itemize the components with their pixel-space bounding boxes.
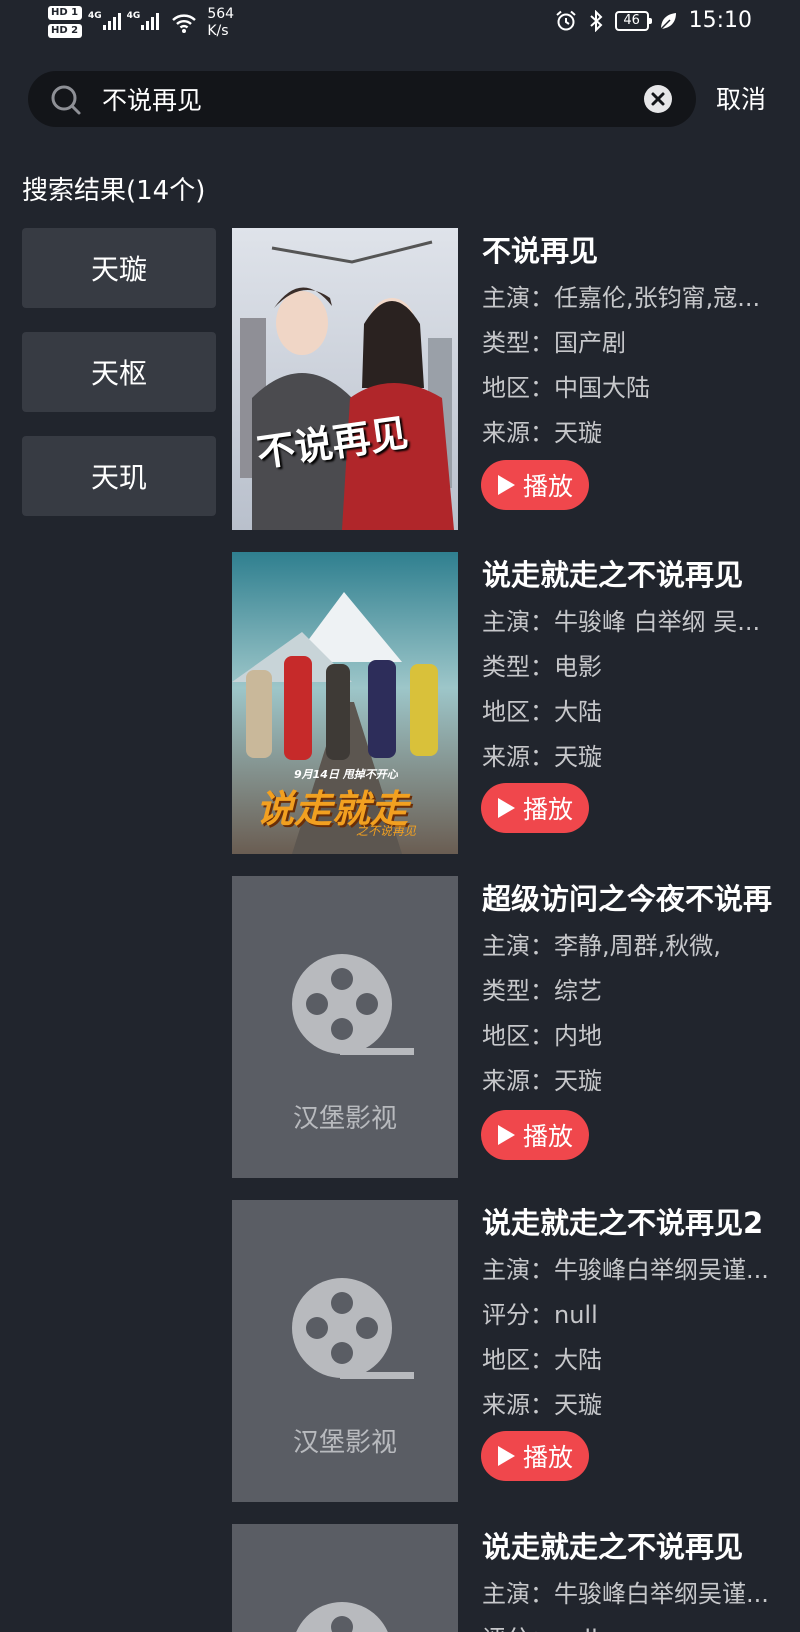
poster-placeholder[interactable]: 汉堡影视 (232, 1200, 458, 1502)
play-button[interactable]: 播放 (481, 783, 589, 833)
hd-badge-2: HD 2 (48, 24, 82, 38)
wifi-icon (172, 14, 197, 33)
speed-value: 564 (207, 6, 235, 22)
result-source: 来源：天璇 (482, 1067, 602, 1095)
play-label: 播放 (523, 472, 574, 501)
result-title[interactable]: 超级访问之今夜不说再 (482, 876, 800, 918)
result-type: 类型：综艺 (482, 977, 602, 1005)
result-region: 地区：内地 (482, 1022, 602, 1050)
play-label: 播放 (523, 795, 574, 824)
result-source: 来源：天璇 (482, 743, 602, 771)
status-bar: HD 1 HD 2 4G 4G 564 K/s 46 15:10 (0, 0, 800, 50)
status-right: 46 15:10 (555, 8, 752, 33)
result-source: 来源：天璇 (482, 1391, 602, 1419)
leaf-icon (660, 12, 676, 30)
clear-icon[interactable] (644, 85, 672, 113)
play-icon (498, 1446, 515, 1466)
status-left: HD 1 HD 2 4G 4G 564 K/s (48, 6, 234, 40)
cancel-button[interactable]: 取消 (716, 80, 766, 116)
network-type-1: 4G (88, 11, 102, 21)
play-icon (498, 475, 515, 495)
result-title[interactable]: 说走就走之不说再见2 (482, 1200, 800, 1242)
result-source: 来源：天璇 (482, 419, 602, 447)
bluetooth-icon (589, 9, 603, 32)
play-label: 播放 (523, 1122, 574, 1151)
result-region: 地区：大陆 (482, 1346, 602, 1374)
result-type: 类型：国产剧 (482, 329, 626, 357)
play-icon (498, 798, 515, 818)
result-region: 地区：大陆 (482, 698, 602, 726)
result-region: 地区：中国大陆 (482, 374, 650, 402)
results-count-title: 搜索结果(14个) (22, 176, 206, 206)
search-input[interactable] (102, 79, 622, 119)
play-button[interactable]: 播放 (481, 460, 589, 510)
result-cast: 主演：牛骏峰白举纲吴谨... (482, 1256, 769, 1284)
placeholder-text: 汉堡影视 (292, 1428, 397, 1458)
battery-icon: 46 (614, 10, 652, 31)
result-cast: 主演：牛骏峰白举纲吴谨... (482, 1580, 769, 1608)
result-title[interactable]: 不说再见 (482, 228, 800, 270)
speed-unit: K/s (207, 23, 229, 39)
result-cast: 主演：牛骏峰 白举纲 吴... (482, 608, 761, 636)
hd-badge-1: HD 1 (48, 6, 82, 20)
play-button[interactable]: 播放 (481, 1431, 589, 1481)
result-cast: 主演：任嘉伦,张钧甯,寇... (482, 284, 761, 312)
alarm-icon (555, 10, 576, 30)
poster-subcaption: 之不说再见 (356, 824, 417, 838)
film-reel-icon (296, 1602, 388, 1632)
play-label: 播放 (523, 1443, 574, 1472)
poster-placeholder[interactable] (232, 1524, 458, 1632)
film-reel-icon (292, 1278, 414, 1379)
search-icon (51, 85, 81, 115)
result-type: 类型：电影 (482, 653, 602, 681)
play-button[interactable]: 播放 (481, 1110, 589, 1160)
result-cast: 主演：李静,周群,秋微, (482, 932, 721, 960)
clock: 15:10 (688, 8, 752, 33)
signal-icon-2: 4G (127, 12, 160, 30)
play-icon (498, 1125, 515, 1145)
result-title[interactable]: 说走就走之不说再见 (482, 1524, 800, 1566)
source-tab-tianshu[interactable]: 天枢 (22, 332, 216, 412)
search-bar[interactable] (28, 71, 696, 127)
poster-placeholder[interactable]: 汉堡影视 (232, 876, 458, 1178)
film-reel-icon (292, 954, 414, 1055)
source-tab-tianxuan[interactable]: 天璇 (22, 228, 216, 308)
result-rating: 评分：null (482, 1301, 598, 1329)
placeholder-text: 汉堡影视 (292, 1104, 397, 1134)
signal-icon-1: 4G (88, 12, 121, 30)
result-rating: 评分：null (482, 1619, 800, 1632)
source-tab-tianji[interactable]: 天玑 (22, 436, 216, 516)
result-title[interactable]: 说走就走之不说再见 (482, 552, 800, 594)
network-speed: 564 K/s (207, 6, 234, 40)
network-type-2: 4G (126, 11, 141, 21)
poster-image[interactable]: 9月14日 甩掉不开心 说走就走 之不说再见 (232, 552, 458, 854)
poster-image[interactable]: 不说再见 (232, 228, 458, 530)
